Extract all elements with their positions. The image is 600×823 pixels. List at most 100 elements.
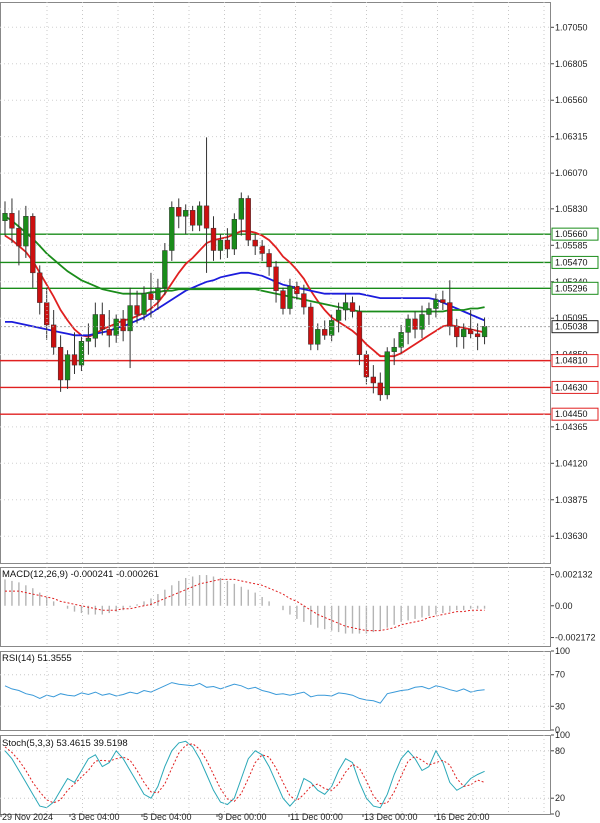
candle-body [141, 293, 147, 315]
candle-body [30, 216, 36, 274]
stoch-tick-label: 20 [555, 793, 565, 803]
candle-body [461, 329, 467, 338]
candle-body [78, 341, 85, 366]
candle-body [134, 305, 140, 315]
macd-tick-label: -0.002172 [555, 633, 596, 643]
macd-signal-line [5, 578, 485, 632]
candle-body [85, 338, 92, 342]
candle-body [224, 239, 231, 250]
candle-body [169, 207, 175, 251]
candle-body [16, 227, 22, 247]
candle-body [315, 329, 321, 345]
price-tick-label: 1.03875 [555, 495, 588, 505]
candle-body [349, 302, 356, 312]
candle-body [405, 318, 411, 333]
price-tick-label: 1.04120 [555, 458, 588, 468]
stoch-label: Stoch(5,3,3) 53.4615 39.5198 [2, 738, 128, 749]
level-price-label: 1.04630 [555, 382, 588, 392]
rsi-label: RSI(14) 51.3555 [2, 653, 72, 664]
time-tick-label: 11 Dec 00:00 [290, 812, 343, 822]
time-tick-label: 3 Dec 04:00 [71, 812, 120, 822]
candle-body [342, 302, 349, 311]
time-tick-label: 29 Nov 2024 [2, 812, 53, 822]
macd-pane[interactable]: MACD(12,26,9) -0.000241 -0.000261 0.0021… [0, 567, 596, 647]
candle-body [474, 333, 481, 338]
candle-body [433, 299, 439, 309]
price-tick-label: 1.05830 [555, 204, 588, 214]
candle-body [322, 329, 328, 336]
candle-body [210, 227, 217, 251]
candle-body [196, 205, 203, 226]
candle-body [106, 329, 112, 336]
candle-body [468, 329, 474, 335]
candle-body [308, 306, 314, 345]
stoch-tick-label: 100 [555, 730, 570, 740]
candle-body [217, 239, 224, 251]
candle-body [426, 308, 432, 315]
macd-tick-label: 0.00 [555, 601, 573, 611]
candle-body [37, 272, 43, 303]
price-tick-label: 1.06560 [555, 95, 588, 105]
candle-body [120, 318, 126, 332]
candle-body [155, 287, 161, 300]
stoch-pane[interactable]: Stoch(5,3,3) 53.4615 39.5198 100 80 20 0 [0, 730, 570, 819]
rsi-tick-label: 100 [555, 646, 570, 656]
moving-average-line [4, 230, 485, 358]
candle-body [419, 314, 425, 330]
time-axis: 29 Nov 2024 3 Dec 04:00 5 Dec 04:00 9 Dec 0… [0, 812, 490, 822]
macd-tick-label: 0.002132 [555, 570, 593, 580]
candle-body [301, 293, 307, 308]
macd-label: MACD(12,26,9) -0.000241 -0.000261 [2, 569, 159, 580]
stoch-tick-label: 0 [555, 809, 560, 819]
level-price-label: 1.05660 [555, 229, 588, 239]
candle-body [190, 210, 196, 226]
candle-body [23, 216, 29, 247]
candle-body [64, 354, 71, 381]
level-price-label: 1.04450 [555, 409, 588, 419]
candle-body [2, 213, 8, 221]
time-tick-label: 5 Dec 04:00 [143, 812, 192, 822]
candle-body [356, 311, 363, 355]
candle-body [259, 245, 265, 254]
candle-body [203, 205, 210, 229]
price-tick-label: 1.04365 [555, 422, 588, 432]
candle-body [245, 198, 251, 241]
rsi-tick-label: 70 [555, 670, 565, 680]
current-price-label: 1.05038 [555, 322, 588, 332]
candle-body [51, 324, 57, 348]
candle-body [447, 302, 453, 327]
price-tick-label: 1.05585 [555, 240, 588, 250]
candle-body [71, 354, 78, 366]
candle-body [391, 346, 397, 352]
price-tick-label: 1.06070 [555, 168, 588, 178]
rsi-line [4, 682, 485, 704]
candle-body [148, 293, 154, 300]
candle-body [398, 332, 404, 348]
time-tick-label: 9 Dec 00:00 [218, 812, 267, 822]
candle-body [412, 318, 418, 330]
candle-body [294, 285, 300, 294]
candle-body [329, 320, 335, 336]
time-tick-label: 13 Dec 00:00 [364, 812, 418, 822]
candle-body [231, 219, 237, 250]
candle-body [252, 239, 258, 247]
candle-body [113, 318, 119, 336]
candle-body [162, 250, 168, 288]
candle-body [57, 346, 64, 381]
candle-body [481, 326, 488, 338]
candle-body [370, 376, 377, 384]
candle-body [266, 253, 272, 268]
rsi-tick-label: 30 [555, 701, 565, 711]
price-tick-label: 1.06315 [555, 132, 588, 142]
candle-body [440, 299, 446, 303]
stoch-tick-label: 80 [555, 746, 565, 756]
rsi-pane[interactable]: RSI(14) 51.3555 10070300 [0, 646, 570, 735]
level-price-label: 1.05470 [555, 257, 588, 267]
candle-body [99, 314, 105, 330]
candle-body [377, 382, 383, 396]
candle-body [335, 309, 342, 321]
level-price-label: 1.04810 [555, 356, 588, 366]
candle-body [273, 266, 279, 291]
candle-body [238, 198, 244, 220]
candle-body [9, 213, 15, 229]
